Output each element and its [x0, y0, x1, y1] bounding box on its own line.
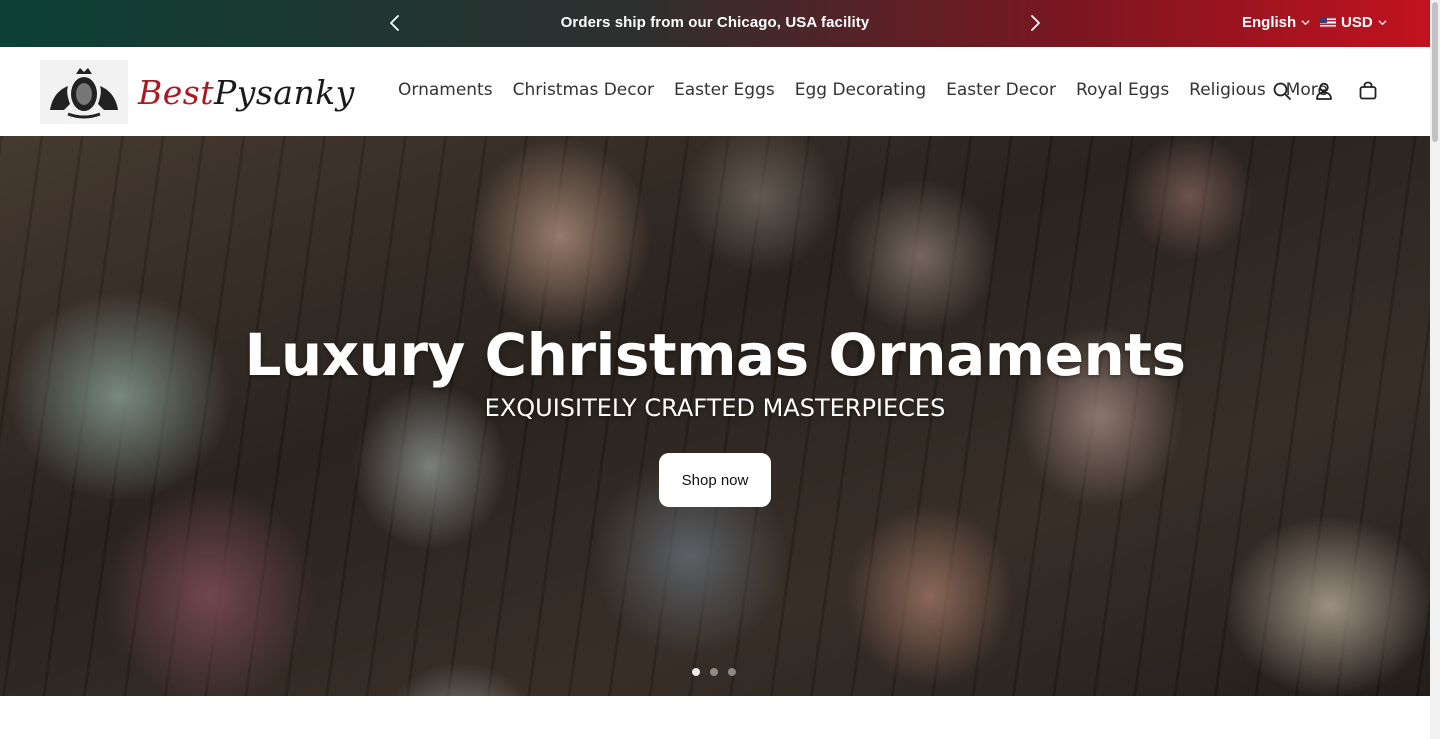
nav-item-ornaments[interactable]: Ornaments — [398, 80, 493, 100]
logo-wordmark: BestPysanky — [138, 73, 355, 112]
announcement-next-button[interactable] — [1024, 12, 1046, 34]
slide-dot[interactable] — [692, 668, 700, 676]
slideshow-dots — [692, 668, 736, 676]
us-flag-icon — [1320, 17, 1336, 28]
shop-now-button[interactable]: Shop now — [659, 453, 771, 507]
nav-item-religious[interactable]: Religious — [1189, 80, 1266, 100]
nav-item-christmas-decor[interactable]: Christmas Decor — [513, 80, 654, 100]
main-nav: Ornaments Christmas Decor Easter Eggs Eg… — [398, 80, 1328, 100]
logo-word-pysanky: Pysanky — [213, 72, 355, 112]
page-scrollbar[interactable] — [1430, 0, 1440, 739]
site-logo[interactable]: BestPysanky — [40, 60, 354, 124]
scrollbar-thumb[interactable] — [1432, 2, 1438, 142]
logo-word-best: Best — [138, 72, 214, 112]
chevron-down-icon — [1378, 20, 1387, 26]
slide-dot[interactable] — [728, 668, 736, 676]
nav-item-easter-eggs[interactable]: Easter Eggs — [674, 80, 775, 100]
currency-label: USD — [1341, 14, 1373, 31]
cart-icon — [1359, 81, 1377, 100]
language-selector[interactable]: English — [1242, 14, 1310, 31]
chevron-right-icon — [1031, 15, 1040, 31]
search-icon — [1273, 82, 1291, 100]
nav-item-easter-decor[interactable]: Easter Decor — [946, 80, 1056, 100]
account-icon — [1316, 82, 1332, 100]
hero-banner: Luxury Christmas Ornaments EXQUISITELY C… — [0, 136, 1430, 696]
account-button[interactable] — [1313, 80, 1335, 102]
currency-selector[interactable]: USD — [1320, 14, 1387, 31]
language-label: English — [1242, 14, 1297, 31]
crest-icon — [40, 60, 128, 124]
hero-subtitle: EXQUISITELY CRAFTED MASTERPIECES — [484, 394, 946, 422]
slide-dot[interactable] — [710, 668, 718, 676]
announcement-bar: Orders ship from our Chicago, USA facili… — [0, 0, 1430, 47]
cart-button[interactable] — [1357, 80, 1379, 102]
hero-title: Luxury Christmas Ornaments — [244, 321, 1186, 389]
nav-item-egg-decorating[interactable]: Egg Decorating — [795, 80, 926, 100]
search-button[interactable] — [1271, 80, 1293, 102]
page: Orders ship from our Chicago, USA facili… — [0, 0, 1440, 739]
announcement-message: Orders ship from our Chicago, USA facili… — [560, 14, 870, 31]
nav-item-royal-eggs[interactable]: Royal Eggs — [1076, 80, 1169, 100]
chevron-down-icon — [1301, 20, 1310, 26]
site-header: BestPysanky Ornaments Christmas Decor Ea… — [0, 47, 1430, 136]
